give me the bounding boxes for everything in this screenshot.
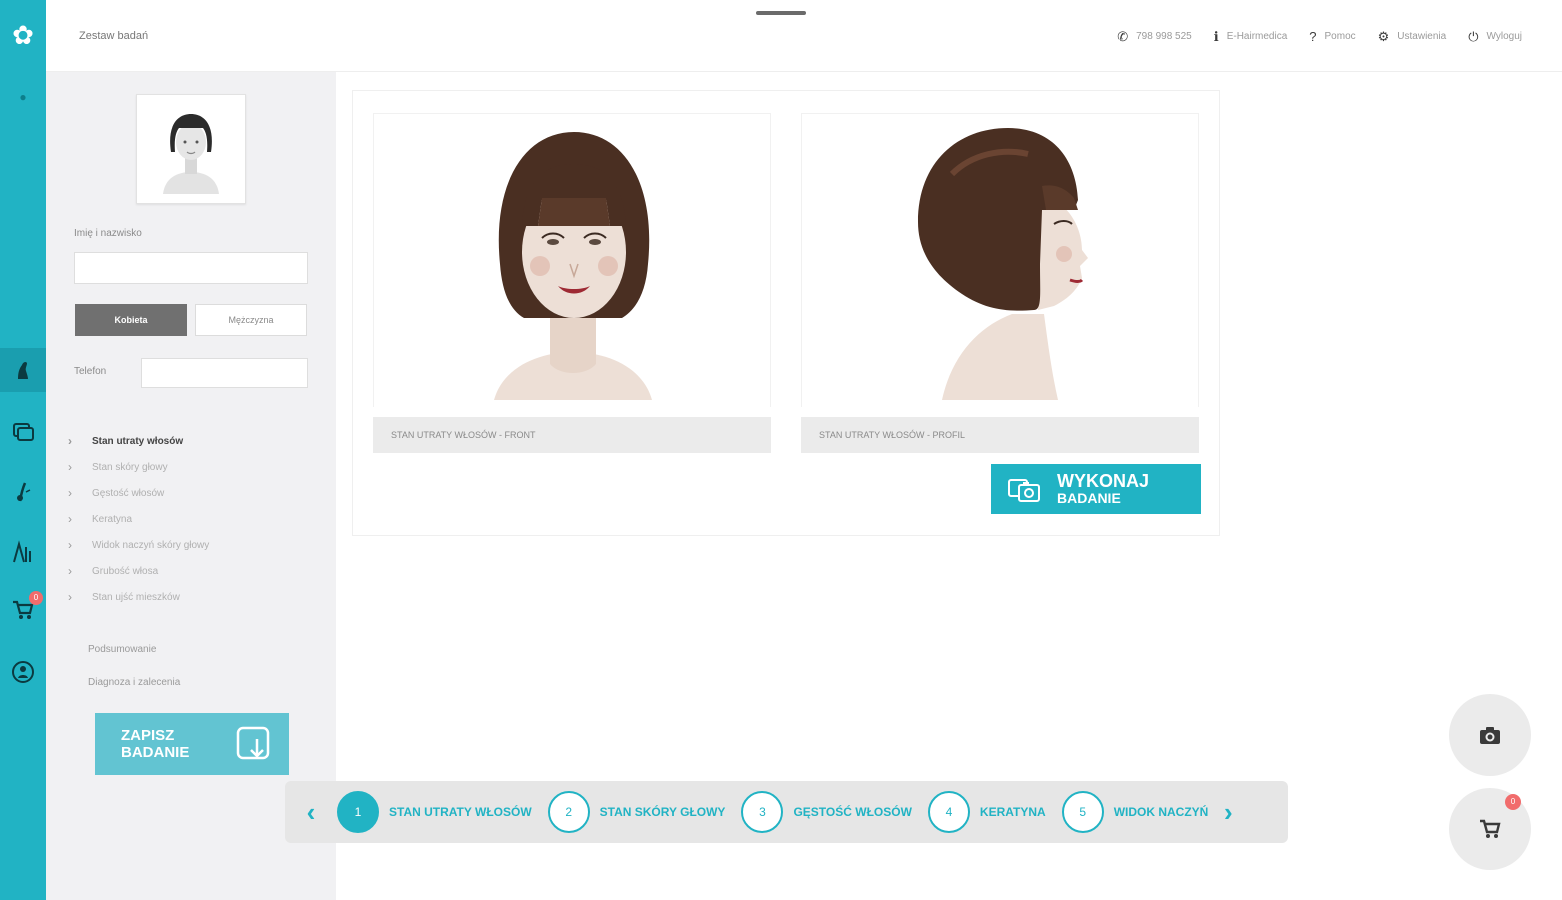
diagnosis-link[interactable]: Diagnoza i zalecenia: [88, 677, 180, 688]
topnav-logout[interactable]: ⏻ Wyloguj: [1468, 30, 1522, 43]
stepper-step-5-number: 5: [1061, 791, 1104, 833]
rail-cart-badge: 0: [29, 591, 43, 605]
stepper-step-4-number: 4: [927, 791, 970, 833]
stepper-step-3-number: 3: [741, 791, 784, 833]
rail-item-gallery[interactable]: [0, 409, 46, 453]
topnav-logout-label: Wyloguj: [1486, 31, 1522, 42]
save-download-icon: [236, 726, 270, 760]
topnav-info[interactable]: ℹ E-Hairmedica: [1214, 30, 1288, 43]
camera-photos-icon: [1008, 479, 1040, 502]
logo-icon[interactable]: ✿: [8, 20, 38, 50]
save-exam-line1: ZAPISZ: [121, 727, 175, 744]
phone-input[interactable]: [141, 358, 308, 388]
left-icon-rail: ✿ ● 0: [0, 0, 52, 900]
info-icon: ℹ: [1213, 29, 1219, 44]
stepper-step-5-label: WIDOK NACZYŃ: [1113, 805, 1209, 819]
shopping-cart-icon: [1480, 819, 1501, 838]
exam-stepper: ‹ 1 STAN UTRATY WŁOSÓW 2 STAN SKÓRY GŁOW…: [285, 781, 1288, 843]
run-exam-label: WYKONAJ BADANIE: [1057, 472, 1149, 506]
profile-view-image[interactable]: [801, 113, 1199, 407]
topnav-help-label: Pomoc: [1324, 31, 1356, 42]
profile-head-illustration: [918, 128, 1088, 400]
run-exam-button[interactable]: WYKONAJ BADANIE: [991, 464, 1201, 514]
rail-item-scalp[interactable]: [0, 469, 46, 513]
stepper-step-1-number: 1: [337, 791, 379, 833]
stepper-step-2-label: STAN SKÓRY GŁOWY: [599, 805, 726, 819]
patient-avatar[interactable]: [136, 94, 246, 204]
rail-item-hair-loss[interactable]: [0, 348, 52, 392]
avatar-silhouette-icon: [163, 114, 219, 194]
exam-step-keratin[interactable]: Keratyna: [68, 511, 209, 538]
hair-follicle-icon: [17, 482, 31, 502]
stepper-step-3-label: GĘSTOŚĆ WŁOSÓW: [793, 805, 912, 819]
stepper-step-4-label: KERATYNA: [979, 805, 1046, 819]
profile-view-card[interactable]: STAN UTRATY WŁOSÓW - PROFIL: [801, 113, 1199, 453]
run-exam-line1: WYKONAJ: [1057, 471, 1150, 491]
phone-label: Telefon: [74, 366, 107, 377]
camera-fab-button[interactable]: [1449, 694, 1531, 776]
front-head-illustration: [494, 132, 652, 400]
patient-side-panel: Imię i nazwisko Kobieta Mężczyzna Telefo…: [46, 72, 336, 900]
rail-item-profile[interactable]: [0, 650, 46, 694]
rail-item-analysis[interactable]: [0, 530, 46, 574]
gender-male-button[interactable]: Mężczyzna: [195, 304, 307, 336]
page-title: Zestaw badań: [79, 30, 149, 42]
top-bar: Zestaw badań ✆ 798 998 525 ℹ E-Hairmedic…: [46, 0, 1562, 72]
name-input[interactable]: [74, 252, 308, 284]
topnav-settings-label: Ustawienia: [1397, 31, 1447, 42]
topnav-help[interactable]: ? Pomoc: [1309, 30, 1355, 43]
user-profile-icon: [12, 661, 34, 683]
front-view-caption: STAN UTRATY WŁOSÓW - FRONT: [373, 417, 771, 453]
stepper-next-icon[interactable]: ›: [1218, 799, 1238, 825]
stepper-prev-icon[interactable]: ‹: [301, 799, 321, 825]
exam-step-scalp[interactable]: Stan skóry głowy: [68, 459, 209, 486]
stepper-step-3[interactable]: 3 GĘSTOŚĆ WŁOSÓW: [741, 791, 912, 833]
front-view-card[interactable]: STAN UTRATY WŁOSÓW - FRONT: [373, 113, 771, 453]
topnav-phone-label: 798 998 525: [1136, 31, 1192, 42]
stepper-step-4[interactable]: 4 KERATYNA: [927, 791, 1046, 833]
hair-loss-exam-card: STAN UTRATY WŁOSÓW - FRONT STAN UTRATY W…: [352, 90, 1220, 536]
stepper-step-2-number: 2: [547, 791, 590, 833]
profile-view-caption: STAN UTRATY WŁOSÓW - PROFIL: [801, 417, 1199, 453]
stepper-step-1[interactable]: 1 STAN UTRATY WŁOSÓW: [337, 791, 532, 833]
exam-steps-list: Stan utraty włosów Stan skóry głowy Gęst…: [68, 433, 209, 616]
save-exam-label: ZAPISZ BADANIE: [121, 727, 189, 761]
analysis-icon: [13, 540, 31, 563]
run-exam-line2: BADANIE: [1057, 490, 1121, 506]
gender-female-button[interactable]: Kobieta: [75, 304, 187, 336]
exam-step-thickness[interactable]: Grubość włosa: [68, 563, 209, 590]
summary-link[interactable]: Podsumowanie: [88, 644, 156, 655]
camera-icon: [1480, 727, 1500, 744]
front-view-image[interactable]: [373, 113, 771, 407]
user-settings-icon: ⚙: [1377, 29, 1390, 44]
app-window: ✿ ● 0 Zestaw badań ✆ 798 998 525 ℹ E-Hai…: [0, 0, 1562, 900]
phone-icon: ✆: [1117, 29, 1129, 44]
save-exam-line2: BADANIE: [121, 744, 190, 761]
save-exam-button[interactable]: ZAPISZ BADANIE: [95, 713, 289, 775]
head-silhouette-icon: [18, 361, 28, 379]
power-icon: ⏻: [1468, 29, 1479, 44]
stepper-step-1-label: STAN UTRATY WŁOSÓW: [389, 805, 532, 819]
exam-step-density[interactable]: Gęstość włosów: [68, 485, 209, 512]
cart-fab-badge: 0: [1505, 794, 1521, 810]
menu-dots-icon[interactable]: ●: [18, 91, 28, 103]
drag-handle[interactable]: [756, 11, 806, 15]
exam-step-vessels[interactable]: Widok naczyń skóry głowy: [68, 537, 209, 564]
help-icon: ?: [1309, 29, 1317, 44]
topnav-phone[interactable]: ✆ 798 998 525: [1117, 30, 1192, 43]
top-navigation: ✆ 798 998 525 ℹ E-Hairmedica ? Pomoc ⚙ U…: [1117, 30, 1522, 43]
stepper-step-5[interactable]: 5 WIDOK NACZYŃ: [1061, 791, 1209, 833]
cart-fab-button[interactable]: 0: [1449, 788, 1531, 870]
topnav-settings[interactable]: ⚙ Ustawienia: [1378, 30, 1447, 43]
topnav-info-label: E-Hairmedica: [1226, 31, 1288, 42]
gallery-icon: [13, 423, 34, 441]
stepper-step-2[interactable]: 2 STAN SKÓRY GŁOWY: [547, 791, 726, 833]
exam-step-hair-loss[interactable]: Stan utraty włosów: [68, 433, 209, 460]
name-label: Imię i nazwisko: [74, 228, 142, 239]
exam-step-follicles[interactable]: Stan ujść mieszków: [68, 589, 209, 616]
